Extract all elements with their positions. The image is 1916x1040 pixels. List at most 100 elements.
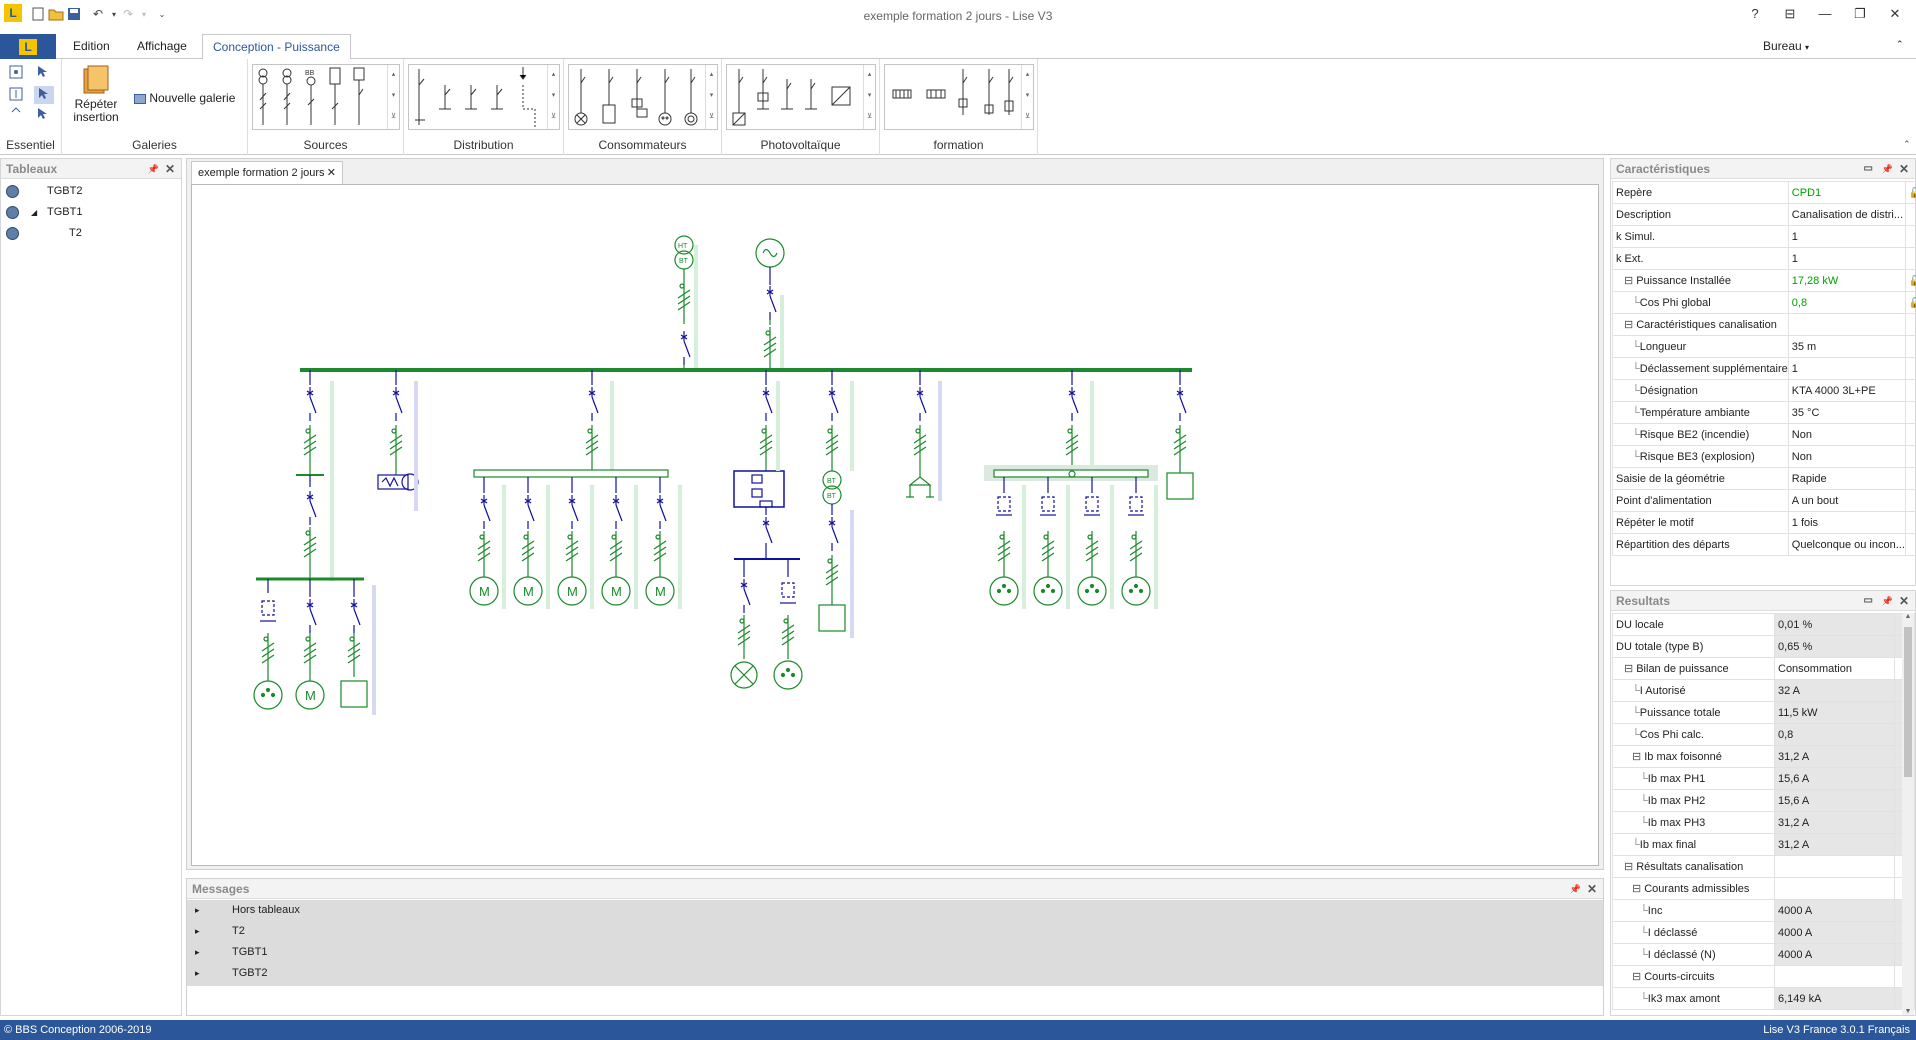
- property-row[interactable]: └Risque BE3 (explosion) Non: [1612, 445, 1916, 468]
- property-row[interactable]: └Inc 4000 A: [1612, 899, 1915, 922]
- unlock-icon[interactable]: 🔓: [1909, 276, 1916, 287]
- property-row[interactable]: DU totale (type B) 0,65 %: [1612, 635, 1915, 658]
- property-row[interactable]: └Puissance totale 11,5 kW: [1612, 701, 1915, 724]
- property-row[interactable]: └I déclassé (N) 4000 A: [1612, 943, 1915, 966]
- property-value[interactable]: 1: [1787, 247, 1906, 270]
- pin-icon[interactable]: 📌: [1882, 159, 1893, 179]
- close-panel-icon[interactable]: ✕: [1899, 159, 1909, 179]
- property-value[interactable]: 0,8: [1787, 291, 1906, 314]
- property-row[interactable]: k Simul. 1: [1612, 225, 1916, 248]
- tree-item-tgbt1[interactable]: ◢ TGBT1: [1, 202, 181, 223]
- property-row[interactable]: └Risque BE2 (incendie) Non: [1612, 423, 1916, 446]
- pin-icon[interactable]: 📌: [1570, 879, 1581, 899]
- property-value[interactable]: Canalisation de distri...: [1787, 203, 1906, 226]
- message-group-t2[interactable]: ▸ T2: [187, 921, 1603, 942]
- property-value[interactable]: 31,2 A: [1774, 745, 1895, 768]
- photovoltaique-gallery[interactable]: ▴ ▾ ⊻: [726, 64, 876, 130]
- pin-icon[interactable]: 📌: [148, 159, 159, 179]
- property-value[interactable]: 0,8: [1774, 723, 1895, 746]
- message-group-tgbt1[interactable]: ▸ TGBT1: [187, 942, 1603, 963]
- property-value[interactable]: [1774, 965, 1895, 988]
- motor-feeder[interactable]: M: [645, 477, 682, 609]
- property-row[interactable]: ⊟Puissance Installée17,28 kW🔓: [1612, 269, 1916, 292]
- tree-item-t2[interactable]: T2: [1, 223, 181, 244]
- property-row[interactable]: ⊟ Résultats canalisation: [1612, 855, 1915, 878]
- property-value[interactable]: 1 fois: [1787, 511, 1906, 534]
- tab-affichage[interactable]: Affichage: [127, 34, 197, 60]
- schema-canvas[interactable]: M HT BT BT BT M M M M M: [191, 184, 1599, 866]
- property-row[interactable]: Point d'alimentation A un bout: [1612, 489, 1916, 512]
- socket-feeder[interactable]: [989, 477, 1026, 609]
- message-group-tgbt2[interactable]: ▸ TGBT2: [187, 963, 1603, 984]
- maximize-button[interactable]: ❐: [1845, 4, 1875, 24]
- expand-arrow-icon[interactable]: ◢: [31, 202, 37, 223]
- restore-layout-icon[interactable]: ⊟: [1775, 4, 1805, 24]
- tab-conception-puissance[interactable]: Conception - Puissance: [202, 34, 351, 60]
- unlock-icon[interactable]: 🔓: [1909, 188, 1916, 199]
- property-row[interactable]: └Ib max PH2 15,6 A: [1612, 789, 1915, 812]
- property-value[interactable]: 35 °C: [1787, 401, 1906, 424]
- property-row[interactable]: ⊟ Courants admissibles: [1612, 877, 1915, 900]
- property-row[interactable]: ⊟ Bilan de puissance Consommation: [1612, 657, 1915, 680]
- close-tab-icon[interactable]: ✕: [327, 162, 336, 184]
- property-value[interactable]: Non: [1787, 423, 1906, 446]
- file-menu-button[interactable]: L: [0, 34, 56, 59]
- socket-feeder[interactable]: [1077, 477, 1114, 609]
- motor-feeder[interactable]: M: [557, 477, 594, 609]
- property-value[interactable]: Quelconque ou incon...: [1787, 533, 1906, 556]
- distribution-gallery[interactable]: ▴ ▾ ⊻: [408, 64, 560, 130]
- property-row[interactable]: Saisie de la géométrie Rapide: [1612, 467, 1916, 490]
- properties-grid[interactable]: RepèreCPD1🔓DescriptionCanalisation de di…: [1612, 181, 1916, 556]
- scrollbar-thumb[interactable]: [1904, 627, 1912, 777]
- property-row[interactable]: ⊟ Ib max foisonné 31,2 A: [1612, 745, 1915, 768]
- property-value[interactable]: 4000 A: [1774, 943, 1895, 966]
- property-row[interactable]: └Cos Phi calc. 0,8: [1612, 723, 1915, 746]
- collapse-icon[interactable]: ⊟: [1632, 751, 1641, 763]
- collapse-icon[interactable]: ⊟: [1624, 319, 1633, 331]
- message-group-hors-tableaux[interactable]: ▸ Hors tableaux: [187, 900, 1603, 921]
- property-row[interactable]: RepèreCPD1🔓: [1612, 181, 1916, 204]
- sub-feeders-layer[interactable]: MMMMM: [192, 185, 1598, 865]
- property-row[interactable]: └Ib max final 31,2 A: [1612, 833, 1915, 856]
- close-button[interactable]: ✕: [1880, 4, 1910, 24]
- unlock-icon[interactable]: 🔓: [1909, 298, 1916, 309]
- property-value[interactable]: 1: [1787, 357, 1906, 380]
- sources-gallery[interactable]: BB ▴ ▾ ⊻: [252, 64, 400, 130]
- property-row[interactable]: └Longueur 35 m: [1612, 335, 1916, 358]
- collapse-icon[interactable]: ⊟: [1632, 883, 1641, 895]
- property-value[interactable]: 0,01 %: [1774, 613, 1895, 636]
- property-value[interactable]: 0,65 %: [1774, 635, 1895, 658]
- property-value[interactable]: CPD1: [1787, 181, 1906, 204]
- property-row[interactable]: └Ib max PH1 15,6 A: [1612, 767, 1915, 790]
- pin-icon[interactable]: 📌: [1882, 591, 1893, 611]
- close-panel-icon[interactable]: ✕: [165, 159, 175, 179]
- property-value[interactable]: 31,2 A: [1774, 811, 1895, 834]
- property-value[interactable]: 15,6 A: [1774, 789, 1895, 812]
- maximize-panel-icon[interactable]: ▭: [1864, 591, 1873, 611]
- formation-gallery[interactable]: ▴ ▾ ⊻: [884, 64, 1034, 130]
- property-value[interactable]: 4000 A: [1774, 921, 1895, 944]
- property-row[interactable]: └Ik3 max amont 6,149 kA: [1612, 987, 1915, 1010]
- motor-feeder[interactable]: M: [469, 477, 506, 609]
- property-row[interactable]: └I Autorisé 32 A: [1612, 679, 1915, 702]
- close-panel-icon[interactable]: ✕: [1587, 879, 1597, 899]
- property-row[interactable]: DU locale 0,01 %: [1612, 613, 1915, 636]
- property-row[interactable]: k Ext. 1: [1612, 247, 1916, 270]
- document-tab[interactable]: exemple formation 2 jours ✕: [191, 161, 343, 185]
- property-value[interactable]: KTA 4000 3L+PE: [1787, 379, 1906, 402]
- consommateurs-gallery[interactable]: ▴ ▾ ⊻: [568, 64, 718, 130]
- repeat-insertion-button[interactable]: Répéter insertion: [72, 65, 120, 124]
- collapse-icon[interactable]: ⊟: [1624, 861, 1633, 873]
- property-value[interactable]: 11,5 kW: [1774, 701, 1895, 724]
- property-row[interactable]: └I déclassé 4000 A: [1612, 921, 1915, 944]
- collapse-icon[interactable]: ⊟: [1624, 275, 1633, 287]
- collapse-ribbon-icon[interactable]: ⌃: [1896, 39, 1904, 50]
- property-row[interactable]: └Désignation KTA 4000 3L+PE: [1612, 379, 1916, 402]
- property-value[interactable]: 1: [1787, 225, 1906, 248]
- property-value[interactable]: 6,149 kA: [1774, 987, 1895, 1010]
- property-value[interactable]: [1774, 877, 1895, 900]
- property-value[interactable]: Rapide: [1787, 467, 1906, 490]
- property-value[interactable]: A un bout: [1787, 489, 1906, 512]
- close-panel-icon[interactable]: ✕: [1899, 591, 1909, 611]
- maximize-panel-icon[interactable]: ▭: [1864, 159, 1873, 179]
